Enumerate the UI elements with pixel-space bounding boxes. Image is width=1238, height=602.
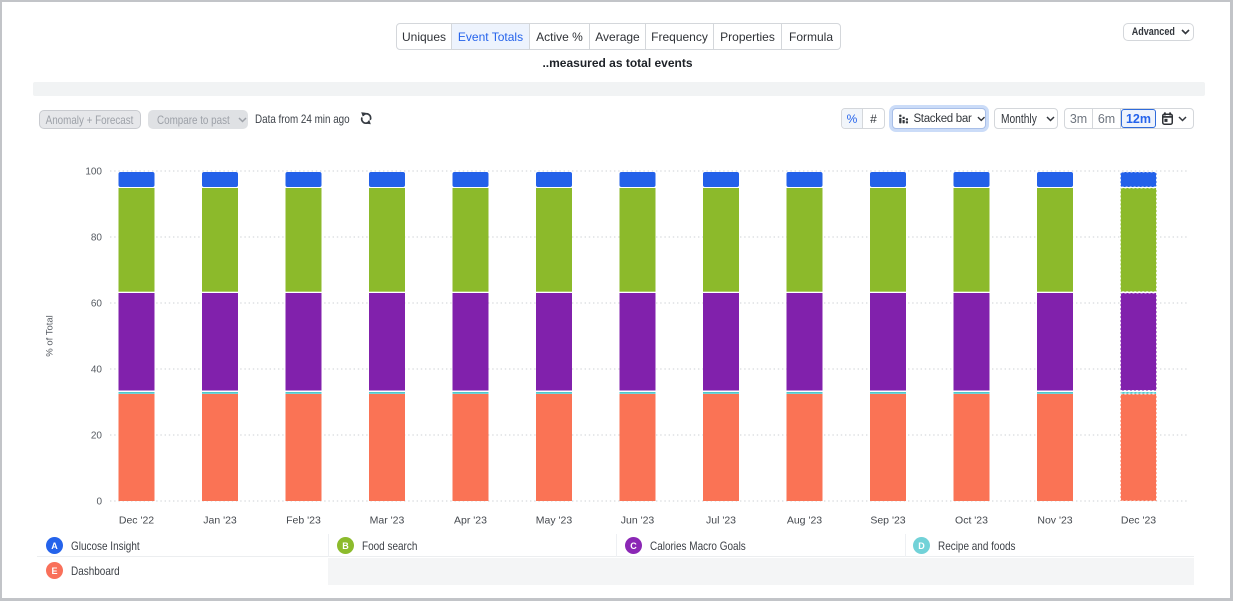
svg-text:40: 40 <box>91 365 103 376</box>
svg-text:Mar '23: Mar '23 <box>370 515 405 527</box>
svg-text:Apr '23: Apr '23 <box>454 515 487 527</box>
svg-text:% of Total: % of Total <box>45 315 56 357</box>
svg-text:Feb '23: Feb '23 <box>286 515 321 527</box>
svg-text:May '23: May '23 <box>536 515 573 527</box>
svg-text:Jan '23: Jan '23 <box>203 515 237 527</box>
svg-text:60: 60 <box>91 299 103 310</box>
svg-text:Sep '23: Sep '23 <box>870 515 905 527</box>
svg-text:0: 0 <box>96 497 102 508</box>
svg-text:80: 80 <box>91 233 103 244</box>
svg-text:Nov '23: Nov '23 <box>1037 515 1072 527</box>
svg-text:Jun '23: Jun '23 <box>621 515 655 527</box>
svg-text:Jul '23: Jul '23 <box>706 515 736 527</box>
svg-text:Aug '23: Aug '23 <box>787 515 822 527</box>
svg-text:100: 100 <box>85 167 102 178</box>
svg-text:Dec '22: Dec '22 <box>119 515 154 527</box>
svg-text:Dec '23: Dec '23 <box>1121 515 1156 527</box>
svg-text:Oct '23: Oct '23 <box>955 515 988 527</box>
svg-text:20: 20 <box>91 431 103 442</box>
